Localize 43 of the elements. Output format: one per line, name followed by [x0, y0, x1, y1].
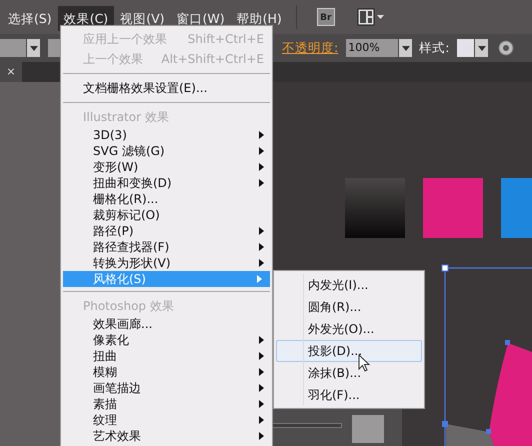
menu-item[interactable]: 外发光(O)...: [276, 318, 422, 340]
color-swatch: [352, 415, 384, 443]
dropdown-button[interactable]: [27, 39, 40, 57]
menu-item[interactable]: 内发光(I)...: [276, 274, 422, 296]
menu-item[interactable]: 画笔描边: [61, 380, 272, 396]
menu-item[interactable]: 路径(P): [61, 223, 272, 239]
shortcut-text: Alt+Shift+Ctrl+E: [161, 51, 264, 68]
globe-icon[interactable]: [498, 40, 514, 56]
shortcut-text: Shift+Ctrl+E: [188, 31, 264, 48]
menu-item[interactable]: 圆角(R)...: [276, 296, 422, 318]
dropdown-button[interactable]: [399, 39, 412, 57]
slider-track[interactable]: [272, 423, 342, 428]
menu-item[interactable]: 栅格化(R)...: [61, 191, 272, 207]
menu-item[interactable]: 裁剪标记(O): [61, 207, 272, 223]
bridge-button[interactable]: Br: [316, 8, 335, 26]
opacity-field[interactable]: 100%: [346, 39, 398, 57]
menu-item[interactable]: 投影(D)...: [276, 340, 422, 362]
menu-item[interactable]: SVG 滤镜(G): [61, 143, 272, 159]
menu-item[interactable]: 模糊: [61, 364, 272, 380]
menu-item[interactable]: 羽化(F)...: [276, 384, 422, 406]
segment-shape: [446, 424, 494, 446]
opacity-link[interactable]: 不透明度:: [282, 38, 338, 58]
menu-item[interactable]: 扭曲和变换(D): [61, 175, 272, 191]
menu-item[interactable]: 涂抹(B)...: [276, 362, 422, 384]
section-header: Illustrator 效果: [82, 109, 170, 126]
dropdown-button[interactable]: [475, 39, 488, 57]
style-swatch[interactable]: [457, 39, 474, 57]
menu-item[interactable]: 扭曲: [61, 348, 272, 364]
menu-item[interactable]: 像素化: [61, 332, 272, 348]
menu-item[interactable]: 素描: [61, 396, 272, 412]
menu-item[interactable]: 路径查找器(F): [61, 239, 272, 255]
menu-item[interactable]: 纹理: [61, 412, 272, 428]
menu-item[interactable]: 变形(W): [61, 159, 272, 175]
section-header: Photoshop 效果: [82, 298, 175, 315]
menu-item[interactable]: 文档栅格效果设置(E)...: [61, 78, 272, 98]
style-label: 样式:: [419, 38, 450, 57]
menu-item[interactable]: 效果画廊...: [61, 316, 272, 332]
dropdown-field[interactable]: [0, 39, 26, 57]
menu-item[interactable]: 选择(S): [2, 6, 58, 31]
menu-item[interactable]: 艺术效果: [61, 428, 272, 444]
menu-item[interactable]: 3D(3): [61, 127, 272, 143]
close-button[interactable]: ×: [0, 62, 22, 82]
workspace-layout-icon[interactable]: [357, 8, 384, 26]
